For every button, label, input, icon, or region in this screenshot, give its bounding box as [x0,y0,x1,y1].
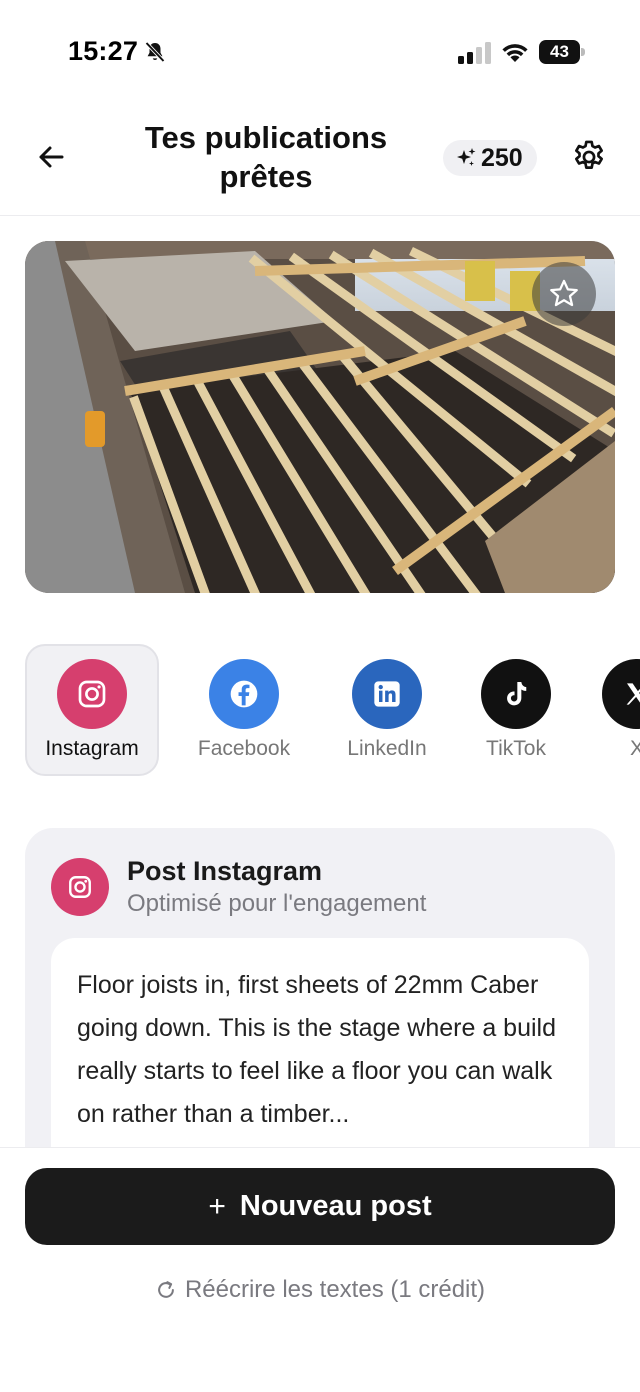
bell-off-icon [145,41,165,63]
platform-label: Instagram [45,737,139,760]
refresh-icon [158,1281,174,1298]
new-post-button[interactable]: + Nouveau post [25,1168,615,1245]
battery-level: 43 [550,42,569,61]
post-subtitle: Optimisé pour l'engagement [127,890,427,917]
platform-label: X [629,737,640,760]
plus-icon: + [208,1189,226,1223]
instagram-icon [57,659,127,729]
instagram-icon [51,858,109,916]
facebook-icon [209,659,279,729]
gear-icon [574,140,604,169]
cellular-signal-icon [458,42,491,64]
tiktok-icon [481,659,551,729]
favorite-button[interactable] [532,262,596,326]
platform-x[interactable]: X [570,644,640,776]
settings-button[interactable] [568,136,610,178]
platform-facebook[interactable]: Facebook [177,644,311,776]
credits-badge[interactable]: 250 [443,140,537,176]
bottom-action-bar: + Nouveau post Réécrire les textes (1 cr… [0,1147,640,1392]
post-title: Post Instagram [127,856,323,886]
header: Tes publications prêtes 250 [0,100,640,216]
platform-label: TikTok [486,737,546,760]
wifi-icon [502,44,528,62]
rewrite-texts-button[interactable]: Réécrire les textes (1 crédit) [0,1276,640,1304]
platform-instagram[interactable]: Instagram [25,644,159,776]
status-bar: 15:27 43 [0,0,640,100]
x-icon [602,659,640,729]
platform-label: Facebook [197,737,291,760]
new-post-label: Nouveau post [239,1190,432,1222]
linkedin-icon [352,659,422,729]
post-card: Post Instagram Optimisé pour l'engagemen… [25,828,615,1188]
status-time: 15:27 [68,36,139,66]
battery-indicator: 43 [539,40,585,64]
rewrite-label: Réécrire les textes (1 crédit) [184,1276,486,1303]
page-title: Tes publications prêtes [144,120,388,194]
platform-label: LinkedIn [347,737,427,760]
construction-photo[interactable] [25,241,615,593]
star-icon [550,279,578,307]
platform-linkedin[interactable]: LinkedIn [320,644,454,776]
post-text: Floor joists in, first sheets of 22mm Ca… [77,971,557,1128]
back-button[interactable] [30,136,72,178]
platform-tiktok[interactable]: TikTok [449,644,583,776]
sparkle-icon [457,148,476,166]
credits-count: 250 [481,143,523,172]
platform-selector: Instagram Facebook LinkedIn TikTok X [0,640,640,780]
arrow-left-icon [39,146,64,168]
